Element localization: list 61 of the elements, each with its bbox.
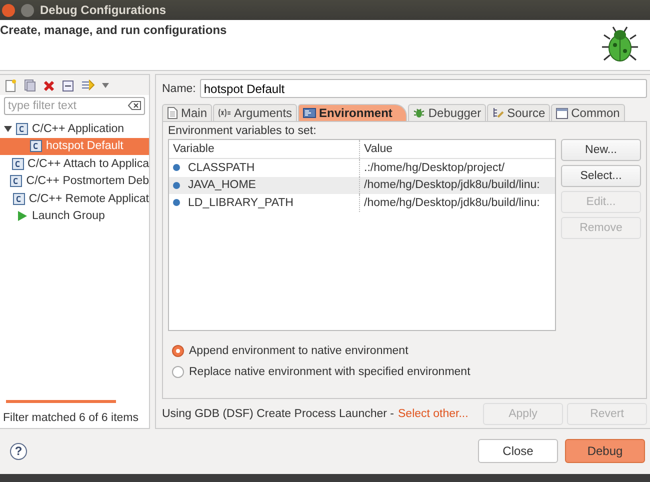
tree-item[interactable]: C/C++ Attach to Applica [0,155,149,172]
table-row[interactable]: JAVA_HOME /home/hg/Desktop/jdk8u/build/linu: [169,176,555,194]
arguments-icon [218,108,232,118]
play-icon [16,210,28,222]
minimize-button[interactable] [21,4,34,16]
c-file-icon [10,175,22,188]
c-file-icon [30,140,42,152]
dialog-button[interactable]: Close [478,439,558,463]
column-header[interactable]: Value [359,140,555,158]
close-window-button[interactable] [2,4,15,16]
environment-icon [303,107,316,119]
table-cell: JAVA_HOME [188,179,256,192]
tab[interactable]: Arguments [213,104,298,121]
expand-arrow-icon[interactable] [4,124,12,133]
window-icon [556,108,568,118]
c-file-icon [12,192,25,205]
header-message: Create, manage, and run configurations [0,23,227,39]
c-file-icon [16,122,28,135]
source-icon [492,107,504,119]
section-caption: Environment variables to set: [168,125,318,137]
column-header[interactable]: Variable [169,140,359,158]
radio-label[interactable]: Replace native environment with specified environment [189,366,470,378]
radio-button[interactable] [172,345,184,357]
table-cell: /home/hg/Desktop/jdk8u/build/linu: [359,176,555,194]
page-icon [167,107,178,119]
table-row[interactable]: LD_LIBRARY_PATH /home/hg/Desktop/jdk8u/build/linu: [169,194,555,212]
table-action-button[interactable]: New... [561,139,641,161]
radio-button[interactable] [172,366,184,378]
filter-field[interactable]: type filter text [4,97,145,115]
bug-icon [413,107,426,119]
filter-icon[interactable] [81,79,95,92]
radio-label[interactable]: Append environment to native environment [189,345,408,357]
tab[interactable]: Main [162,104,212,121]
table-action-button[interactable]: Select... [561,165,641,187]
table-cell: CLASSPATH [188,162,255,174]
launcher-text: Using GDB (DSF) Create Process Launcher - [162,408,394,420]
window-title: Debug Configurations [40,3,166,17]
dropdown-caret-icon[interactable] [102,83,109,88]
variable-dot-icon [173,182,180,189]
variable-dot-icon [173,199,180,206]
name-field[interactable]: hotspot Default [200,79,647,98]
filter-status: Filter matched 6 of 6 items [2,411,140,426]
name-label: Name: [162,82,196,94]
delete-icon[interactable] [43,80,55,92]
c-file-icon [12,158,24,170]
tab[interactable]: Source [487,104,550,121]
dialog-button[interactable]: Debug [565,439,645,463]
tree-item[interactable]: C/C++ Application [0,120,149,138]
tree-item[interactable]: C/C++ Postmortem Deb [0,172,149,190]
tab[interactable]: Common [551,104,625,121]
tree-item[interactable]: Launch Group [0,208,149,225]
table-cell: LD_LIBRARY_PATH [188,196,294,209]
new-config-icon[interactable] [5,79,17,92]
tree-item[interactable]: C/C++ Remote Applicat [0,190,149,208]
tab[interactable]: Environment [298,104,408,121]
duplicate-icon[interactable] [24,79,36,92]
collapse-all-icon[interactable] [62,80,74,92]
tab[interactable]: Debugger [408,104,486,121]
table-cell: /home/hg/Desktop/jdk8u/build/linu: [359,194,555,212]
variable-dot-icon [173,164,180,172]
help-button[interactable]: ? [10,442,27,460]
